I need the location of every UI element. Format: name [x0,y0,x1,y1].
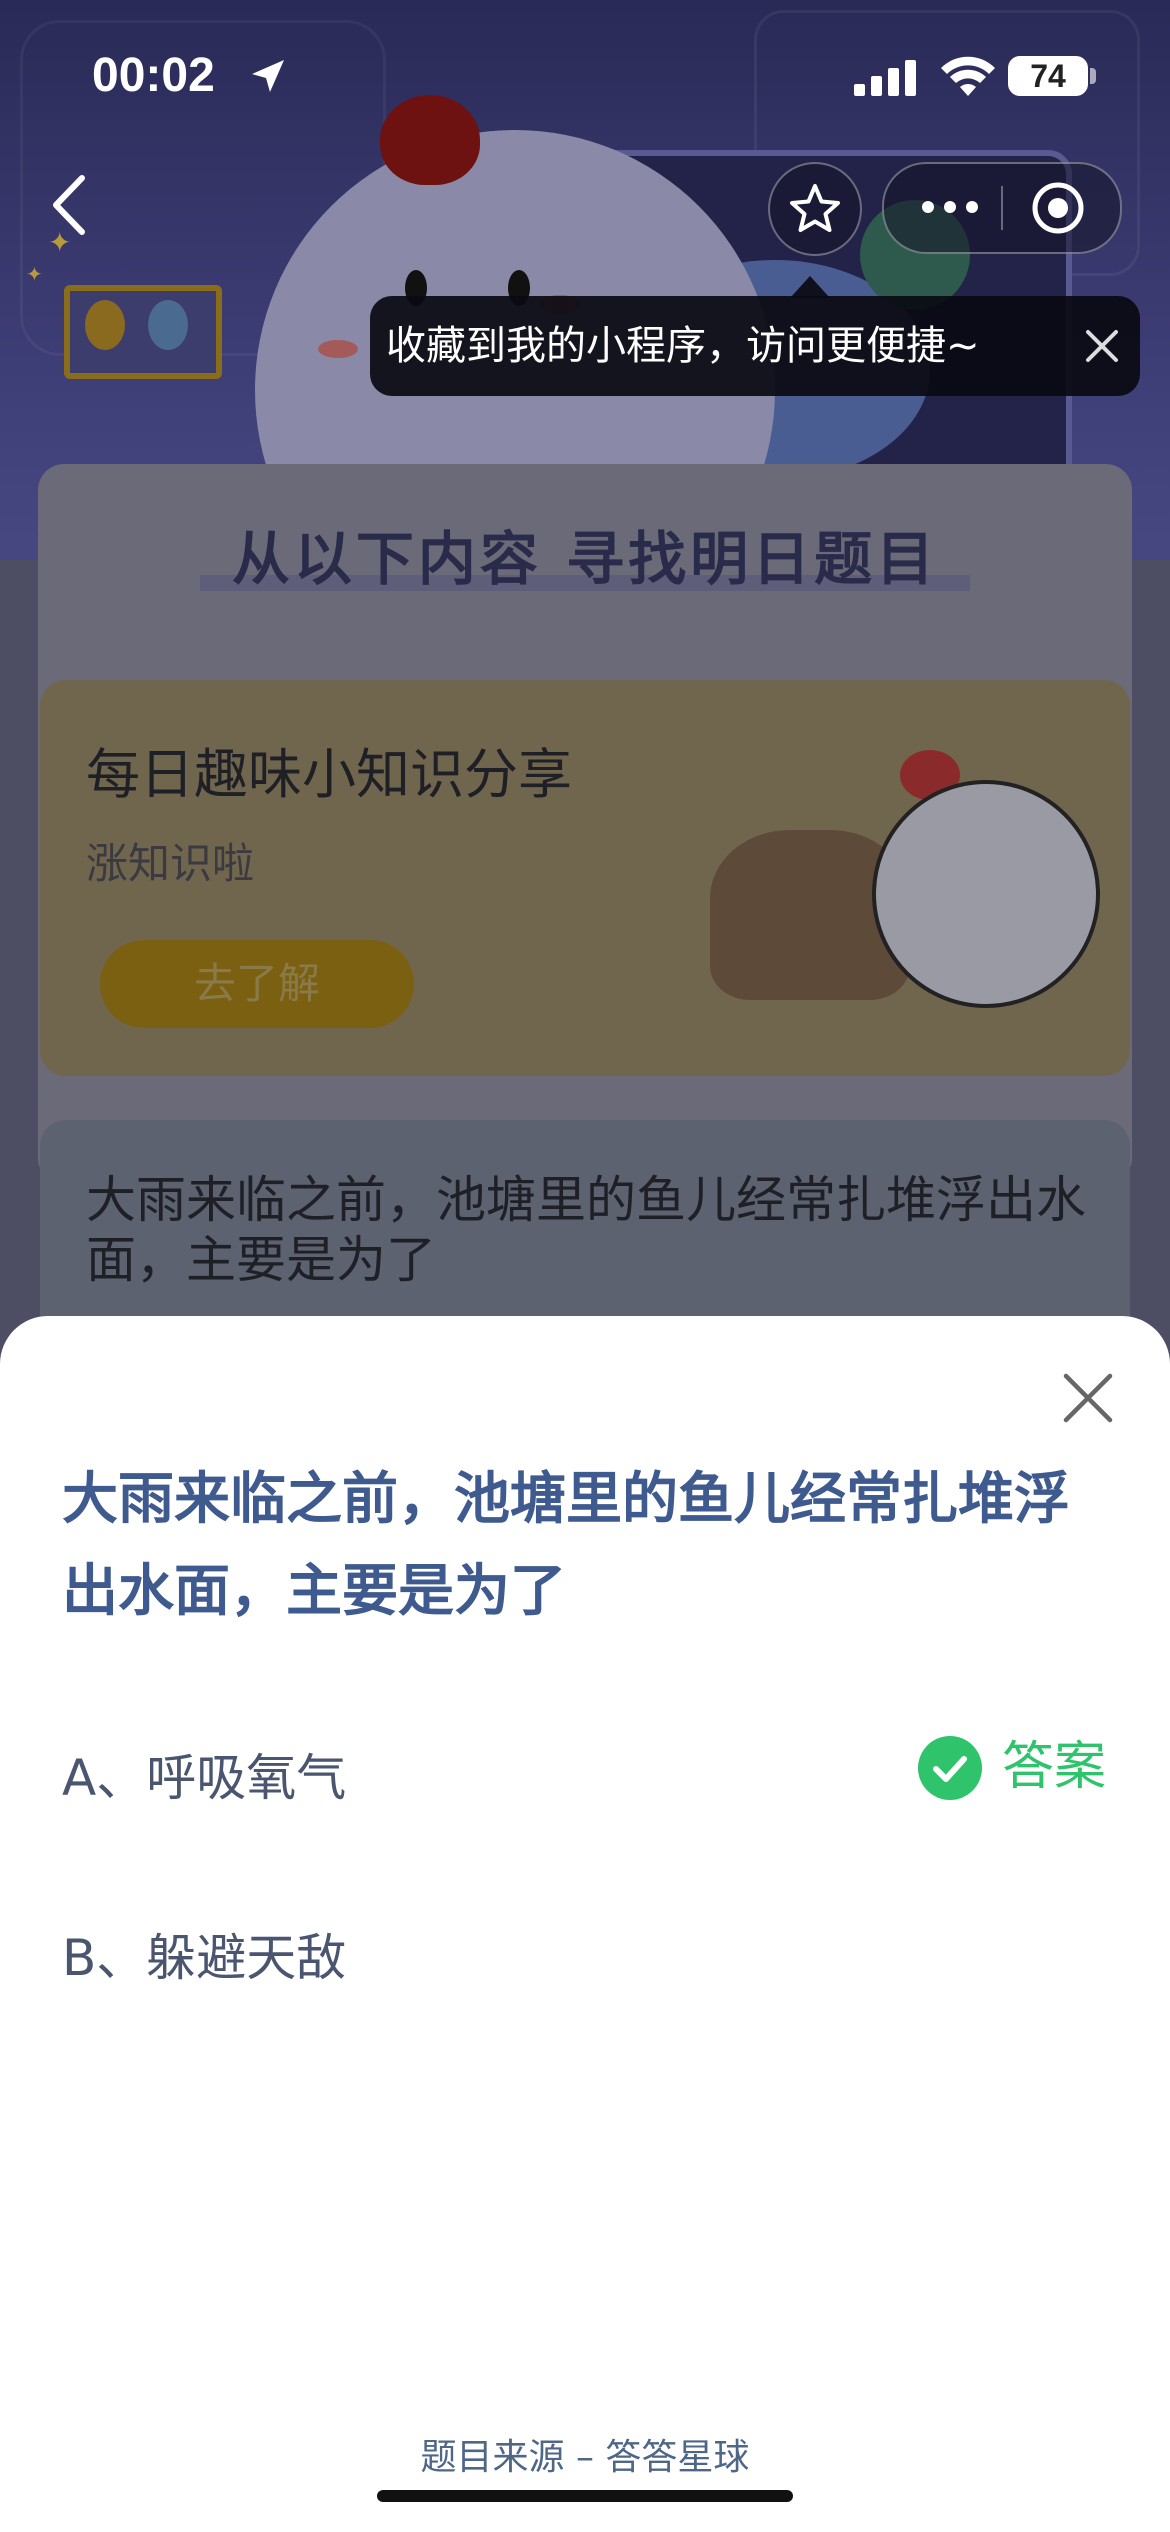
medal-icon [85,300,125,350]
tooltip-text: 收藏到我的小程序，访问更便捷~ [386,323,980,369]
check-icon [918,1736,982,1800]
home-indicator[interactable] [377,2490,793,2502]
mini-program-capsule [882,162,1122,254]
knowledge-card-title: 每日趣味小知识分享 [86,743,572,806]
favorite-tooltip: 收藏到我的小程序，访问更便捷~ [370,296,1140,396]
close-icon[interactable] [1080,324,1124,368]
panel-title: 从以下内容 寻找明日题目 [231,525,939,593]
answer-label: 答案 [1002,1737,1107,1797]
sparkle-icon: ✦ [26,262,43,286]
target-circle-icon[interactable] [1030,180,1086,236]
question-title: 大雨来临之前，池塘里的鱼儿经常扎堆浮出水面，主要是为了 [62,1467,1070,1624]
back-button[interactable] [44,170,94,240]
tooltip-arrow [790,276,830,298]
favorite-button[interactable] [768,162,862,256]
cellular-signal-icon [854,60,916,96]
more-dots-icon[interactable] [920,192,980,222]
location-arrow-icon [252,60,284,92]
learn-more-button[interactable]: 去了解 [100,940,414,1028]
battery-tip [1090,68,1096,84]
option-a[interactable]: A、呼吸氧气 [62,1738,346,1810]
option-b[interactable]: B、躲避天敌 [62,1918,346,1990]
medal-icon [148,300,188,350]
wifi-icon [941,56,995,96]
question-source: 题目来源 – 答答星球 [420,2437,750,2478]
mascot-comb [380,95,480,185]
question-card-text: 大雨来临之前，池塘里的鱼儿经常扎堆浮出水面，主要是为了 [86,1171,1086,1289]
status-time: 00:02 [92,49,215,102]
capsule-divider [1001,186,1003,230]
knowledge-card-subtitle: 涨知识啦 [86,839,255,888]
mascot-cheek [318,340,358,358]
star-icon [790,184,840,232]
battery-indicator: 74 [1008,56,1088,96]
close-icon[interactable] [1056,1366,1120,1430]
chick-illustration [872,780,1100,1008]
